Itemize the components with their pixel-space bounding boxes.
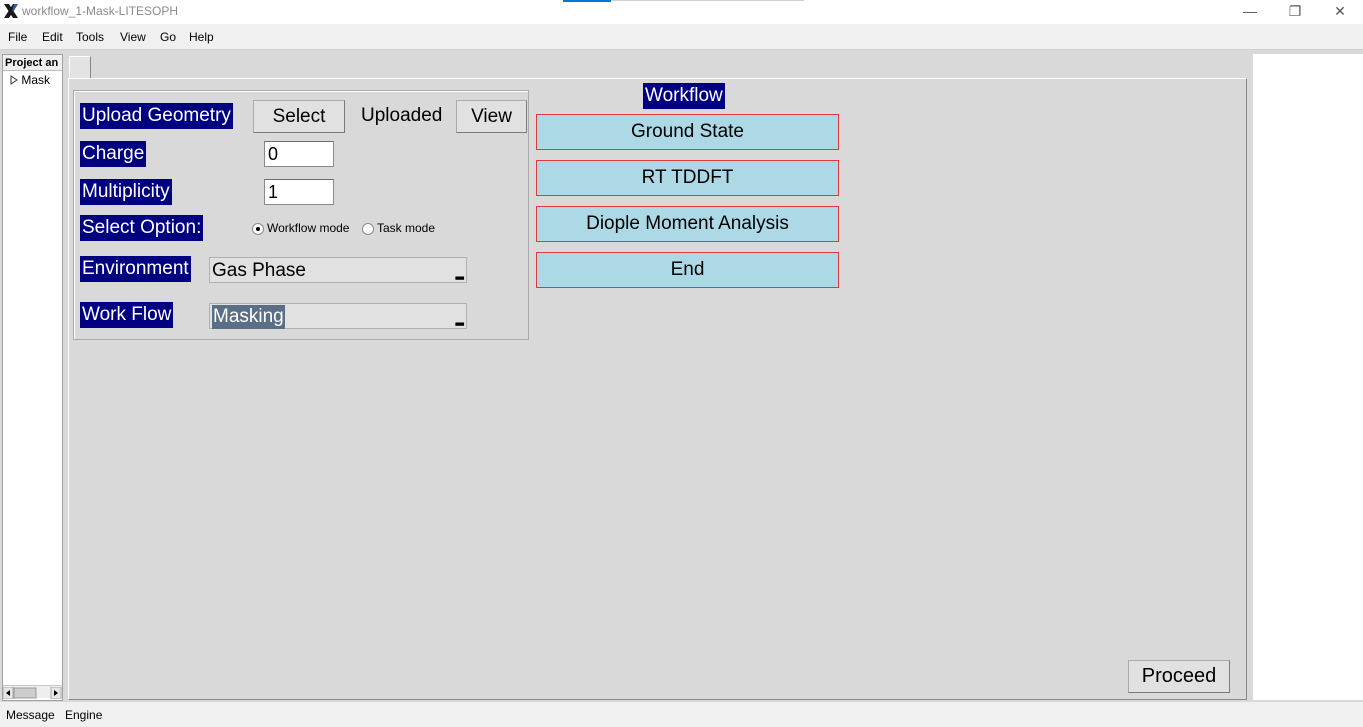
tree-item-label: Mask xyxy=(21,73,51,87)
multiplicity-label: Multiplicity xyxy=(80,179,172,205)
task-mode-radio[interactable]: Task mode xyxy=(362,221,435,235)
title-bar xyxy=(0,0,1363,24)
dropdown-arrow-icon: ▂ xyxy=(455,314,464,326)
charge-input[interactable] xyxy=(264,141,334,167)
select-option-label: Select Option: xyxy=(80,215,204,241)
minimize-button[interactable]: — xyxy=(1227,0,1273,24)
upload-geometry-label: Upload Geometry xyxy=(80,103,233,129)
menu-tools[interactable]: Tools xyxy=(76,30,104,44)
status-bar xyxy=(0,702,1363,727)
workflow-label: Work Flow xyxy=(80,302,174,328)
close-button[interactable]: ✕ xyxy=(1317,0,1363,24)
radio-unselected-icon xyxy=(362,222,374,235)
right-panel xyxy=(1253,54,1363,700)
tree-expand-icon[interactable] xyxy=(10,75,18,85)
status-message[interactable]: Message xyxy=(6,708,55,722)
dropdown-arrow-icon: ▂ xyxy=(455,268,464,280)
workflow-mode-label: Workflow mode xyxy=(267,221,350,235)
menu-go[interactable]: Go xyxy=(160,30,176,44)
view-geometry-button[interactable]: View xyxy=(456,100,527,133)
multiplicity-input[interactable] xyxy=(264,179,334,205)
tree-horizontal-scrollbar[interactable] xyxy=(2,685,62,700)
task-mode-label: Task mode xyxy=(377,221,436,235)
app-x-logo-icon xyxy=(4,4,18,18)
workflow-step-rt-tddft[interactable]: RT TDDFT xyxy=(536,160,839,196)
notebook-tab[interactable] xyxy=(69,56,91,78)
workflow-step-ground-state[interactable]: Ground State xyxy=(536,114,839,150)
workflow-mode-radio[interactable]: Workflow mode xyxy=(252,221,349,235)
menu-edit[interactable]: Edit xyxy=(42,30,63,44)
project-tree-panel xyxy=(2,54,63,701)
uploaded-status-text: Uploaded xyxy=(361,105,443,126)
workflow-title: Workflow xyxy=(643,83,725,109)
workflow-value: Masking xyxy=(212,305,285,329)
environment-label: Environment xyxy=(80,256,191,282)
status-engine[interactable]: Engine xyxy=(65,708,102,722)
radio-selected-icon xyxy=(252,222,264,235)
menu-file[interactable]: File xyxy=(8,30,27,44)
workflow-step-end[interactable]: End xyxy=(536,252,839,288)
proceed-button[interactable]: Proceed xyxy=(1128,660,1230,693)
environment-value: Gas Phase xyxy=(212,260,306,281)
restore-button[interactable]: ❐ xyxy=(1272,0,1318,24)
window-title: workflow_1-Mask-LITESOPH xyxy=(22,4,179,18)
environment-dropdown[interactable]: Gas Phase ▂ xyxy=(209,257,467,283)
workflow-dropdown[interactable]: Masking ▂ xyxy=(209,303,467,329)
scroll-arrows-icon xyxy=(2,686,62,700)
menu-view[interactable]: View xyxy=(120,30,146,44)
title-accent-line xyxy=(611,0,804,1)
select-geometry-button[interactable]: Select xyxy=(253,100,345,133)
workflow-step-dipole-analysis[interactable]: Diople Moment Analysis xyxy=(536,206,839,242)
title-accent-bar xyxy=(563,0,611,2)
tree-header[interactable]: Project an xyxy=(3,55,62,71)
tree-item-mask[interactable]: Mask xyxy=(10,73,50,87)
menu-help[interactable]: Help xyxy=(189,30,214,44)
charge-label: Charge xyxy=(80,141,147,167)
